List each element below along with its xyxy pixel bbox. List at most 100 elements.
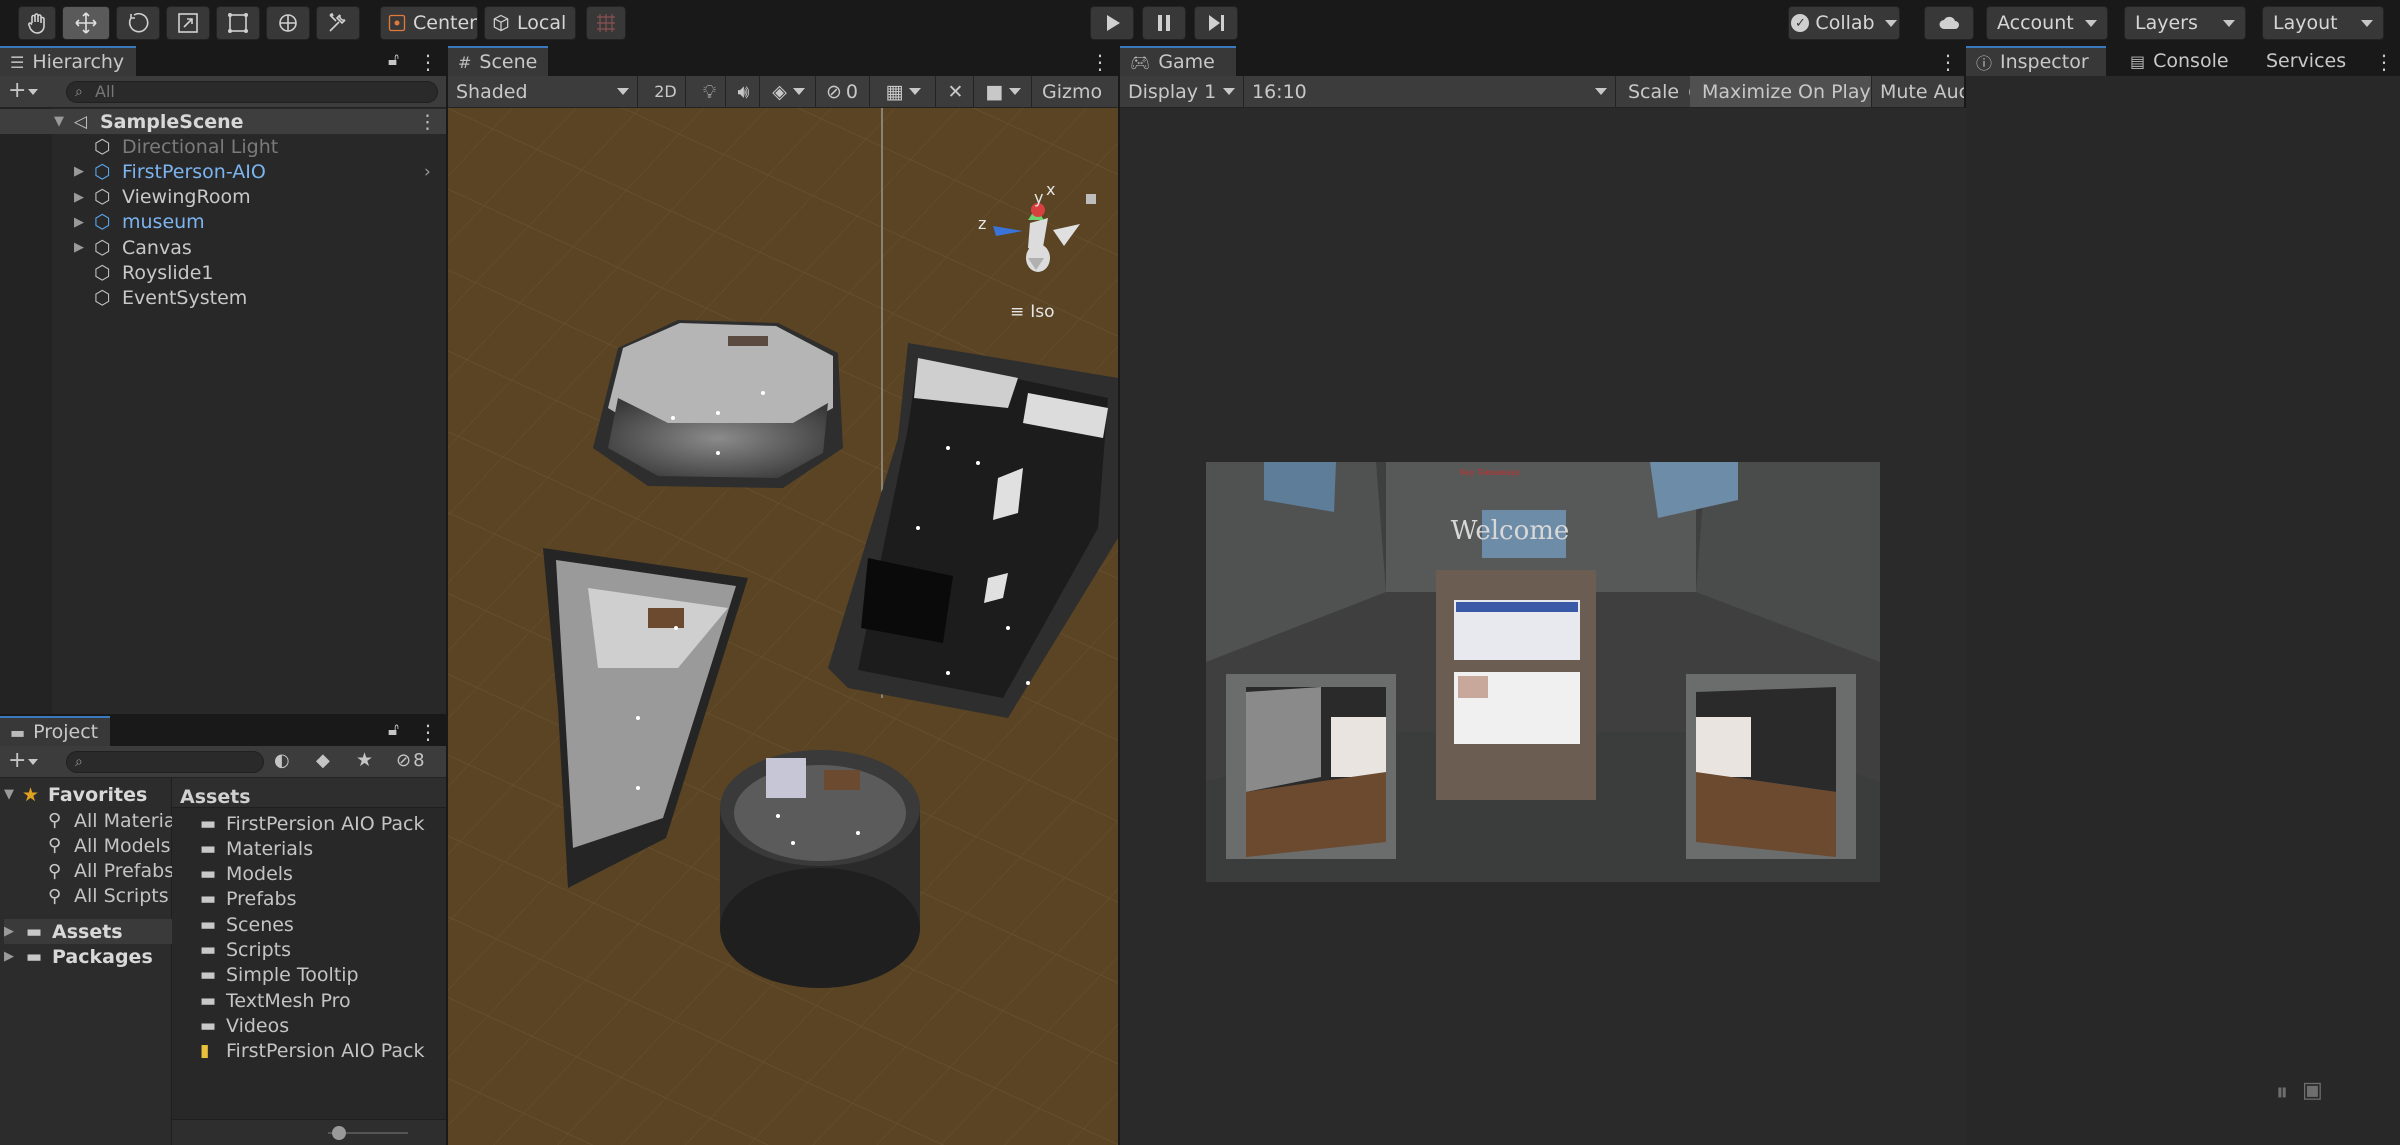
favorite-star-icon[interactable]: ★ xyxy=(356,749,373,771)
more-menu-icon[interactable]: ⋮ xyxy=(418,50,438,74)
asset-folder-item[interactable]: ▬ Scripts xyxy=(200,938,291,963)
more-menu-icon[interactable]: ⋮ xyxy=(1090,50,1110,74)
display-dropdown[interactable]: Display 1 xyxy=(1120,76,1244,107)
layers-dropdown[interactable]: Layers xyxy=(2124,6,2246,40)
custom-tool-button[interactable] xyxy=(316,6,360,40)
hierarchy-item[interactable]: ▶ ⬡ FirstPerson-AIO › xyxy=(0,159,446,184)
rotate-tool-button[interactable] xyxy=(116,6,160,40)
asset-file-item[interactable]: ▮ FirstPersion AIO Pack xyxy=(200,1039,424,1064)
asset-folder-item[interactable]: ▬ Videos xyxy=(200,1013,289,1038)
audio-toggle[interactable]: 🔊︎ xyxy=(728,76,760,107)
favorite-search-item[interactable]: ⚲ All Models xyxy=(48,833,171,858)
hierarchy-search-input[interactable]: All xyxy=(66,81,438,103)
expand-arrow-icon[interactable]: ▶ xyxy=(74,240,84,255)
move-tool-button[interactable] xyxy=(62,6,110,40)
tools-toggle[interactable]: ✕ xyxy=(938,76,974,107)
more-menu-icon[interactable]: ⋮ xyxy=(1938,50,1958,74)
hidden-packages-toggle[interactable]: ⊘ 8 xyxy=(396,750,425,771)
play-button[interactable] xyxy=(1090,6,1134,40)
projection-toggle[interactable]: ≡ Iso xyxy=(1010,302,1055,322)
layout-dropdown[interactable]: Layout xyxy=(2262,6,2384,40)
gizmos-dropdown[interactable]: Gizmo xyxy=(1034,76,1118,107)
hierarchy-item[interactable]: ⬡ EventSystem xyxy=(0,286,446,311)
asset-folder-item[interactable]: ▬ Materials xyxy=(200,836,313,861)
hierarchy-item[interactable]: ▶ ⬡ Canvas xyxy=(0,235,446,260)
aspect-dropdown[interactable]: 16:10 xyxy=(1244,76,1616,107)
account-dropdown[interactable]: Account xyxy=(1986,6,2108,40)
cloud-button[interactable] xyxy=(1924,6,1974,40)
create-plus-icon[interactable]: + xyxy=(8,78,26,103)
hierarchy-item[interactable]: ⬡ Royslide1 xyxy=(0,261,446,286)
grid-snap-button[interactable] xyxy=(586,6,626,40)
tab-console[interactable]: ▤ Console xyxy=(2120,46,2240,76)
asset-folder-item[interactable]: ▬ TextMesh Pro xyxy=(200,988,351,1013)
tab-scene[interactable]: # Scene xyxy=(448,46,548,76)
favorite-search-item[interactable]: ⚲ All Prefabs xyxy=(48,859,174,884)
scene-menu-icon[interactable]: ⋮ xyxy=(418,111,437,133)
maximize-on-play-toggle[interactable]: Maximize On Play xyxy=(1694,76,1872,107)
create-plus-icon[interactable]: + xyxy=(8,748,26,773)
transform-tool-button[interactable] xyxy=(266,6,310,40)
open-prefab-chevron-icon[interactable]: › xyxy=(424,162,431,182)
hierarchy-item[interactable]: ▶ ⬡ museum xyxy=(0,210,446,235)
expand-arrow-icon[interactable]: ▶ xyxy=(74,215,84,230)
grid-dropdown[interactable]: ▦ xyxy=(872,76,936,107)
project-search-input[interactable] xyxy=(66,751,264,773)
tab-services[interactable]: Services xyxy=(2256,46,2366,76)
scene-row[interactable]: ▼ ◁ SampleScene ⋮ xyxy=(0,109,446,134)
expand-arrow-icon[interactable]: ▶ xyxy=(74,190,84,205)
lock-icon[interactable]: 🔓︎ xyxy=(388,50,399,70)
scale-tool-button[interactable] xyxy=(166,6,210,40)
hierarchy-item-label: Canvas xyxy=(122,236,192,259)
asset-folder-item[interactable]: ▬ FirstPersion AIO Pack xyxy=(200,811,424,836)
favorites-row[interactable]: ▼ ★ Favorites xyxy=(4,782,147,807)
mute-audio-toggle[interactable]: Mute Auc xyxy=(1872,76,1964,107)
pause-overlay-icon[interactable]: ⏸︎ xyxy=(2276,1078,2288,1106)
more-menu-icon[interactable]: ⋮ xyxy=(2374,50,2394,74)
effects-dropdown[interactable]: ◈ xyxy=(762,76,816,107)
hierarchy-item[interactable]: ▶ ⬡ ViewingRoom xyxy=(0,185,446,210)
toggle-2d-button[interactable]: 2D xyxy=(646,76,686,107)
expand-arrow-icon[interactable]: ▶ xyxy=(74,164,84,179)
collab-dropdown[interactable]: ✓ Collab xyxy=(1788,6,1900,40)
root-folder-item[interactable]: ▶ ▬ Packages xyxy=(4,944,172,969)
tab-project[interactable]: ▬ Project xyxy=(0,716,110,746)
hand-tool-button[interactable] xyxy=(18,6,56,40)
gizmo-lock-icon[interactable] xyxy=(1086,194,1096,204)
lock-icon[interactable]: 🔓︎ xyxy=(388,720,399,740)
step-button[interactable] xyxy=(1194,6,1238,40)
zoom-slider-thumb[interactable] xyxy=(332,1126,346,1140)
lighting-toggle[interactable]: 💡︎ xyxy=(694,76,726,107)
expand-arrow-icon[interactable]: ▶ xyxy=(4,924,26,939)
favorite-search-item[interactable]: ⚲ All Scripts xyxy=(48,884,169,909)
services-tab-label: Services xyxy=(2266,50,2347,72)
expand-arrow-icon[interactable]: ▼ xyxy=(54,114,64,129)
assets-breadcrumb[interactable]: Assets xyxy=(172,778,446,808)
shading-mode-dropdown[interactable]: Shaded xyxy=(448,76,638,107)
pivot-mode-button[interactable]: Center xyxy=(380,6,478,40)
game-viewport[interactable]: Key Takeaways Welcome xyxy=(1120,108,1970,1145)
filter-by-label-icon[interactable]: ◆ xyxy=(316,750,330,771)
hierarchy-item[interactable]: ⬡ Directional Light xyxy=(0,134,446,159)
filter-by-type-icon[interactable]: ◐ xyxy=(274,750,290,771)
more-menu-icon[interactable]: ⋮ xyxy=(418,720,438,744)
asset-folder-item[interactable]: ▬ Prefabs xyxy=(200,887,297,912)
rect-tool-button[interactable] xyxy=(216,6,260,40)
asset-folder-item[interactable]: ▬ Scenes xyxy=(200,912,294,937)
camera-dropdown[interactable]: ■ xyxy=(976,76,1032,107)
root-folder-item[interactable]: ▶ ▬ Assets xyxy=(4,919,172,944)
hidden-objects-toggle[interactable]: ⊘ 0 xyxy=(818,76,870,107)
scene-viewport[interactable]: y x z ≡ Iso xyxy=(448,108,1118,1145)
pivot-rotation-button[interactable]: Local xyxy=(484,6,576,40)
tab-hierarchy[interactable]: ☰ Hierarchy xyxy=(0,46,136,76)
chevron-down-icon[interactable] xyxy=(28,89,38,95)
asset-folder-item[interactable]: ▬ Simple Tooltip xyxy=(200,963,359,988)
tab-inspector[interactable]: ⓘ Inspector xyxy=(1966,46,2106,76)
picture-in-picture-icon[interactable]: ▣ xyxy=(2302,1078,2323,1106)
expand-arrow-icon[interactable]: ▶ xyxy=(4,949,26,964)
favorite-search-item[interactable]: ⚲ All Materia xyxy=(48,808,176,833)
chevron-down-icon[interactable] xyxy=(28,759,38,765)
tab-game[interactable]: 🎮︎ Game xyxy=(1120,46,1236,76)
asset-folder-item[interactable]: ▬ Models xyxy=(200,862,293,887)
pause-button[interactable] xyxy=(1142,6,1186,40)
